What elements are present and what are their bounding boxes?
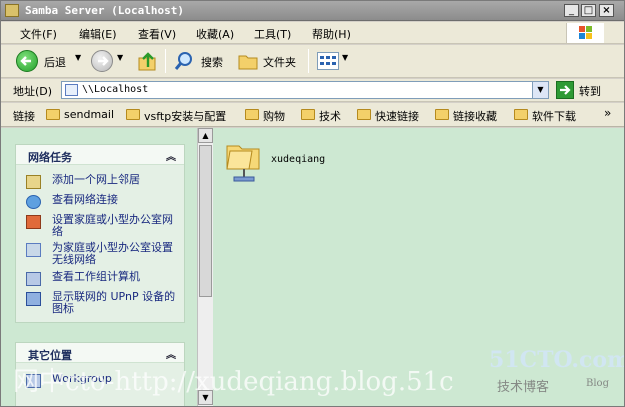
back-arrow-icon[interactable]	[16, 50, 38, 72]
add-network-place-icon	[26, 175, 41, 189]
other-places-header[interactable]: 其它位置 ︽	[16, 343, 184, 363]
window-folder-icon	[5, 4, 19, 17]
wireless-network-icon	[26, 243, 41, 257]
menu-edit[interactable]: 编辑(E)	[79, 26, 117, 42]
toolbar-separator	[165, 49, 166, 73]
task-label[interactable]: 添加一个网上邻居	[52, 174, 182, 186]
link-favorites[interactable]: 链接收藏	[453, 108, 497, 124]
standard-toolbar: 后退 ▼ ▼ 搜索 文件夹 ▼	[1, 45, 624, 78]
task-label[interactable]: 查看网络连接	[52, 194, 182, 206]
maximize-button[interactable]: □	[581, 4, 596, 17]
links-overflow-icon[interactable]: »	[604, 106, 611, 120]
task-view-connections[interactable]: 查看网络连接	[26, 194, 182, 209]
menu-tools[interactable]: 工具(T)	[254, 26, 291, 42]
task-label[interactable]: 显示联网的 UPnP 设备的图标	[52, 291, 182, 315]
links-bar: 链接 sendmail vsftp安装与配置 购物 技术 快速链接 链接收藏 软…	[1, 103, 624, 127]
folder-icon	[514, 109, 528, 120]
close-button[interactable]: ×	[599, 4, 614, 17]
network-tasks-panel: 网络任务 ︽ 添加一个网上邻居 查看网络连接 设置家庭或小型办公室网络 为家庭或…	[15, 144, 185, 323]
folder-icon	[126, 109, 140, 120]
link-tech[interactable]: 技术	[319, 108, 341, 124]
watermark-text: 网中cto-http://xudeqiang.blog.51c	[13, 367, 454, 397]
window-title: Samba Server (Localhost)	[25, 4, 184, 17]
link-shopping[interactable]: 购物	[263, 108, 285, 124]
address-input[interactable]: \\Localhost ▼	[61, 81, 549, 99]
watermark-brand: 51CTO.com	[489, 347, 625, 373]
share-item[interactable]	[224, 134, 264, 184]
menu-file[interactable]: 文件(F)	[20, 26, 57, 42]
windows-logo-icon	[566, 23, 604, 43]
network-connections-icon	[26, 195, 41, 209]
folder-icon	[245, 109, 259, 120]
folder-icon	[435, 109, 449, 120]
link-downloads[interactable]: 软件下载	[532, 108, 576, 124]
menu-view[interactable]: 查看(V)	[138, 26, 176, 42]
folders-button[interactable]: 文件夹	[263, 54, 296, 70]
up-folder-icon[interactable]	[137, 50, 159, 72]
back-dropdown-icon[interactable]: ▼	[75, 53, 81, 62]
task-label[interactable]: 设置家庭或小型办公室网络	[52, 214, 182, 238]
address-bar: 地址(D) \\Localhost ▼ 转到	[1, 79, 624, 102]
address-dropdown-icon[interactable]: ▼	[532, 82, 548, 98]
go-arrow-icon[interactable]	[556, 81, 574, 99]
content-area: 网络任务 ︽ 添加一个网上邻居 查看网络连接 设置家庭或小型办公室网络 为家庭或…	[1, 128, 624, 406]
views-dropdown-icon[interactable]: ▼	[342, 53, 348, 62]
task-add-network-place[interactable]: 添加一个网上邻居	[26, 174, 182, 189]
menu-bar: 文件(F) 编辑(E) 查看(V) 收藏(A) 工具(T) 帮助(H)	[1, 22, 624, 44]
toolbar-separator	[308, 49, 309, 73]
address-value: \\Localhost	[82, 84, 149, 95]
link-sendmail[interactable]: sendmail	[64, 108, 114, 121]
forward-arrow-icon[interactable]	[91, 50, 113, 72]
links-label: 链接	[13, 110, 35, 123]
network-tasks-title: 网络任务	[28, 151, 72, 164]
address-label: 地址(D)	[13, 85, 53, 98]
views-icon[interactable]	[317, 52, 339, 70]
shared-folder-icon	[226, 145, 260, 182]
link-quick[interactable]: 快速链接	[375, 108, 419, 124]
folder-icon	[46, 109, 60, 120]
minimize-button[interactable]: _	[564, 4, 579, 17]
folder-icon	[301, 109, 315, 120]
title-bar[interactable]: Samba Server (Localhost) _ □ ×	[1, 1, 624, 21]
folders-icon[interactable]	[237, 51, 259, 71]
task-upnp-devices[interactable]: 显示联网的 UPnP 设备的图标	[26, 291, 181, 317]
search-icon[interactable]	[173, 50, 195, 72]
forward-dropdown-icon[interactable]: ▼	[117, 53, 123, 62]
collapse-chevron-icon[interactable]: ︽	[166, 148, 176, 163]
task-label[interactable]: 为家庭或小型办公室设置无线网络	[52, 242, 182, 266]
link-vsftp[interactable]: vsftp安装与配置	[144, 108, 226, 124]
menu-favorites[interactable]: 收藏(A)	[196, 26, 234, 42]
folder-icon	[357, 109, 371, 120]
workgroup-computers-icon	[26, 272, 41, 286]
search-button[interactable]: 搜索	[201, 54, 223, 70]
network-computer-icon	[65, 84, 78, 96]
back-button[interactable]: 后退	[44, 54, 66, 70]
task-wireless-network[interactable]: 为家庭或小型办公室设置无线网络	[26, 242, 181, 268]
go-button[interactable]: 转到	[579, 83, 601, 99]
network-tasks-header[interactable]: 网络任务 ︽	[16, 145, 184, 165]
scrollbar-thumb[interactable]	[199, 145, 212, 297]
home-network-icon	[26, 215, 41, 229]
task-label[interactable]: 查看工作组计算机	[52, 271, 182, 283]
share-label[interactable]: xudeqiang	[271, 154, 325, 165]
collapse-chevron-icon[interactable]: ︽	[166, 346, 176, 361]
watermark-brand-tag: Blog	[586, 378, 609, 389]
task-workgroup-computers[interactable]: 查看工作组计算机	[26, 271, 182, 286]
task-home-network[interactable]: 设置家庭或小型办公室网络	[26, 214, 181, 240]
menu-help[interactable]: 帮助(H)	[312, 26, 351, 42]
watermark-brand-sub: 技术博客	[497, 380, 550, 395]
upnp-devices-icon	[26, 292, 41, 306]
explorer-window: Samba Server (Localhost) _ □ × 文件(F) 编辑(…	[0, 0, 625, 407]
scroll-up-icon[interactable]: ▲	[198, 128, 213, 143]
